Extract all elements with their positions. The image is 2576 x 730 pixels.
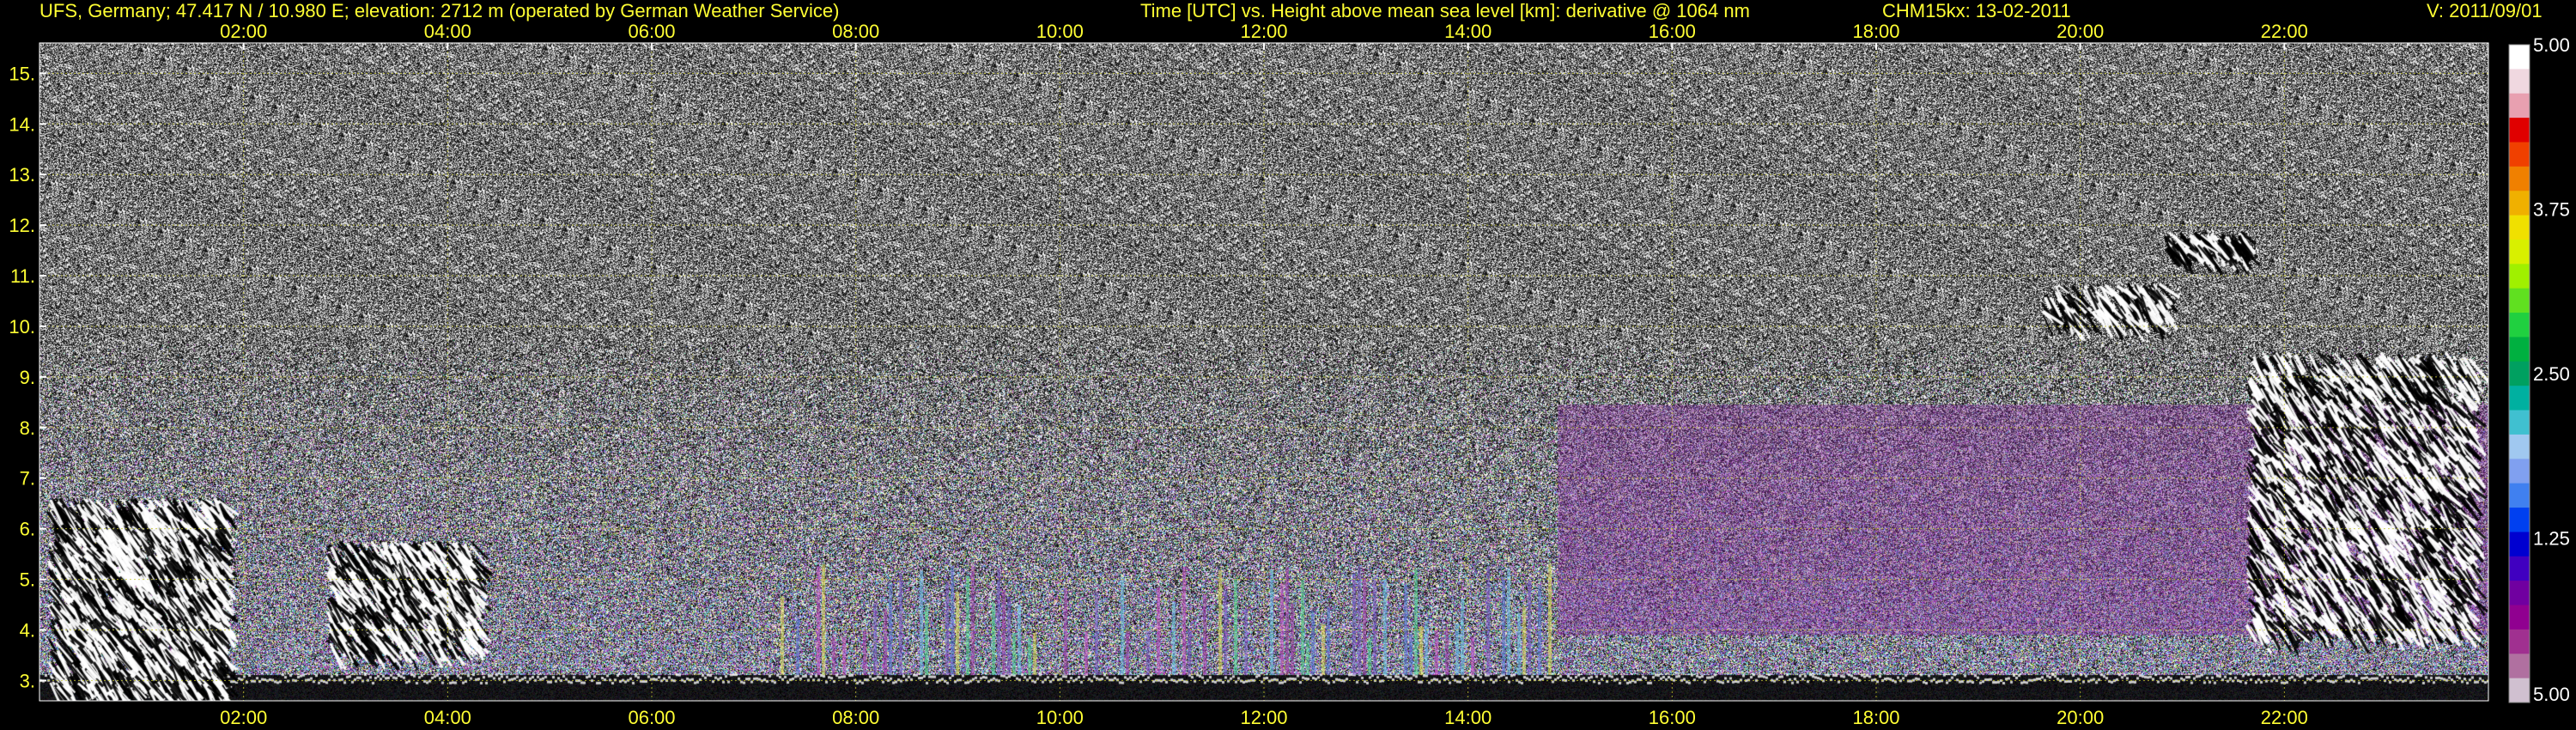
y-tick-label: 14.: [9, 113, 35, 135]
y-tick-label: 12.: [9, 215, 35, 236]
colorbar-segment: [2509, 361, 2530, 386]
y-tick-label: 4.: [20, 620, 35, 642]
chart-overlay: 02:00 02:00 04:00 04:00 06:00 06:00 08:00 08:00…: [9, 21, 2570, 728]
x-tick-label-top: 12:00: [1240, 21, 1287, 42]
colorbar-segment: [2509, 386, 2530, 411]
colorbar-segment: [2509, 434, 2530, 459]
colorbar-segment: [2509, 532, 2530, 557]
x-tick-label-top: 22:00: [2261, 21, 2308, 42]
x-tick-label-bottom: 14:00: [1444, 707, 1492, 728]
x-tick-label-bottom: 20:00: [2057, 707, 2104, 728]
y-tick-label: 11.: [10, 265, 35, 287]
y-tick-label: 8.: [20, 417, 35, 439]
colorbar-segment: [2509, 264, 2530, 289]
colorbar-segment: [2509, 337, 2530, 362]
colorbar-segment: [2509, 410, 2530, 435]
y-tick-label: 3.: [20, 670, 35, 691]
colorbar-tick-label: 5.00: [2533, 34, 2570, 56]
colorbar-segment: [2509, 483, 2530, 508]
x-tick-label-top: 20:00: [2057, 21, 2104, 42]
colorbar-tick-label: 2.50: [2533, 363, 2570, 385]
y-tick-label: 15.: [9, 63, 35, 84]
y-tick-label: 13.: [9, 164, 35, 186]
colorbar-segment: [2509, 118, 2530, 143]
x-tick-label-bottom: 06:00: [628, 707, 675, 728]
y-tick-label: 9.: [20, 367, 35, 388]
x-tick-label-top: 14:00: [1444, 21, 1492, 42]
colorbar-segment: [2509, 142, 2530, 167]
y-tick-label: 7.: [20, 468, 35, 490]
x-tick-label-bottom: 02:00: [220, 707, 267, 728]
x-tick-label-bottom: 12:00: [1240, 707, 1287, 728]
colorbar-segment: [2509, 678, 2530, 703]
x-tick-label-bottom: 16:00: [1649, 707, 1696, 728]
colorbar-tick-label: 3.75: [2533, 199, 2570, 221]
x-tick-label-top: 04:00: [424, 21, 471, 42]
colorbar-segment: [2509, 288, 2530, 313]
colorbar-segment: [2509, 313, 2530, 338]
x-tick-label-bottom: 10:00: [1036, 707, 1084, 728]
colorbar-tick-label: 5.00: [2533, 684, 2570, 705]
x-tick-label-bottom: 18:00: [1852, 707, 1899, 728]
colorbar-segment: [2509, 215, 2530, 240]
x-tick-label-top: 08:00: [832, 21, 879, 42]
colorbar-segment: [2509, 166, 2530, 192]
x-tick-label-bottom: 22:00: [2261, 707, 2308, 728]
colorbar-segment: [2509, 69, 2530, 94]
colorbar-segment: [2509, 93, 2530, 119]
colorbar-segment: [2509, 45, 2530, 70]
colorbar-segment: [2509, 581, 2530, 606]
colorbar-segment: [2509, 629, 2530, 654]
colorbar-segment: [2509, 191, 2530, 216]
y-tick-label: 6.: [20, 519, 35, 540]
colorbar-segment: [2509, 239, 2530, 265]
x-tick-label-bottom: 08:00: [832, 707, 879, 728]
y-tick-label: 10.: [9, 316, 35, 338]
x-tick-label-top: 16:00: [1649, 21, 1696, 42]
colorbar-segment: [2509, 605, 2530, 630]
y-tick-label: 5.: [20, 569, 35, 591]
colorbar-segment: [2509, 556, 2530, 581]
colorbar-segment: [2509, 459, 2530, 484]
x-tick-label-bottom: 04:00: [424, 707, 471, 728]
x-tick-label-top: 10:00: [1036, 21, 1084, 42]
x-tick-label-top: 02:00: [220, 21, 267, 42]
colorbar-tick-label: 1.25: [2533, 528, 2570, 550]
colorbar-segment: [2509, 654, 2530, 679]
colorbar-segment: [2509, 508, 2530, 532]
x-tick-label-top: 18:00: [1852, 21, 1899, 42]
x-tick-label-top: 06:00: [628, 21, 675, 42]
